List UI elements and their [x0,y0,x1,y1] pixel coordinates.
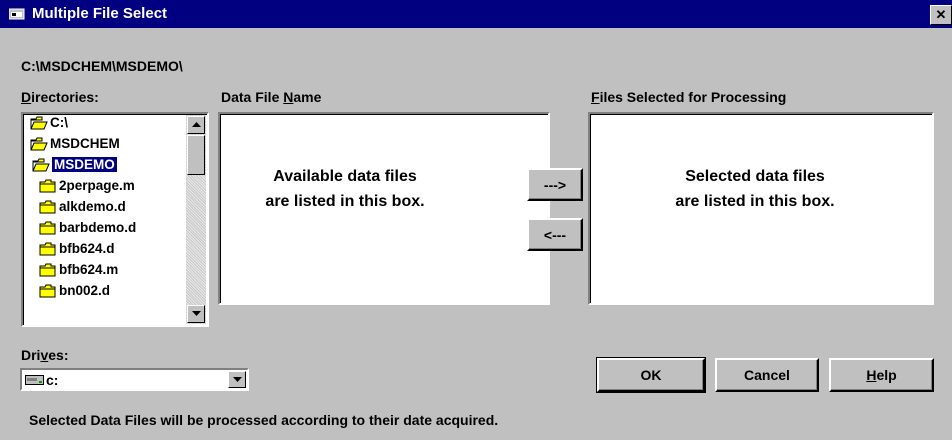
drive-icon [25,375,44,385]
help-button[interactable]: Help [829,358,934,392]
directories-scrollbar[interactable] [186,115,206,324]
drives-label: Drives: [21,347,69,363]
open-folder-icon [32,158,50,172]
remove-files-button[interactable]: <--- [527,218,583,251]
directory-label: barbdemo.d [59,220,137,235]
available-files-list[interactable]: Available data files are listed in this … [218,112,550,305]
folder-icon [39,242,56,256]
folder-icon [39,263,56,277]
available-files-hint: Available data files are listed in this … [265,168,425,210]
folder-icon [39,179,56,193]
folder-icon [39,284,56,298]
scroll-up-button[interactable] [187,116,205,134]
folder-icon [39,221,56,235]
directory-label: MSDEMO [52,157,117,172]
scroll-thumb[interactable] [187,135,205,175]
multiple-file-select-dialog: Multiple File Select ✕ C:\MSDCHEM\MSDEMO… [0,0,952,440]
directory-label: bfb624.m [59,262,119,277]
directory-item[interactable]: alkdemo.d [39,196,126,217]
title-bar: Multiple File Select ✕ [0,0,952,28]
directory-item[interactable]: bn002.d [39,280,110,301]
selected-files-hint: Selected data files are listed in this b… [675,168,835,210]
directory-item[interactable]: C:\ [30,112,68,133]
directory-item[interactable]: MSDCHEM [30,133,120,154]
close-icon: ✕ [935,7,947,22]
directory-item[interactable]: barbdemo.d [39,217,136,238]
directory-item[interactable]: bfb624.m [39,259,118,280]
scroll-down-button[interactable] [187,305,205,323]
open-folder-icon [30,116,48,130]
current-path: C:\MSDCHEM\MSDEMO\ [21,58,183,74]
selected-files-list[interactable]: Selected data files are listed in this b… [588,112,934,305]
arrow-down-icon [191,311,201,316]
arrow-up-icon [191,122,201,127]
directory-label: alkdemo.d [59,199,126,214]
chevron-down-icon [232,376,242,382]
directories-items: C:\ MSDCHEM MSDEMO 2perpage.m alkdemo.d barbd… [23,113,208,326]
window-title: Multiple File Select [32,5,168,22]
directory-label: C:\ [50,115,68,130]
close-button[interactable]: ✕ [930,5,952,25]
ok-button[interactable]: OK [596,357,706,393]
data-file-name-label: Data File Name [221,89,322,105]
drives-dropdown[interactable]: c: [20,368,249,391]
drive-value: c: [46,372,59,388]
directory-label: 2perpage.m [59,178,135,193]
directory-label: MSDCHEM [50,136,120,151]
window-icon [9,8,25,20]
directories-label: Directories: [21,89,99,105]
cancel-button[interactable]: Cancel [715,358,819,392]
folder-icon [39,200,56,214]
add-files-button[interactable]: ---> [527,168,583,201]
directory-label: bfb624.d [59,241,115,256]
open-folder-icon [30,137,48,151]
files-selected-label: Files Selected for Processing [591,89,787,105]
directory-item[interactable]: MSDEMO [32,154,117,175]
directory-label: bn002.d [59,283,111,298]
directory-item[interactable]: bfb624.d [39,238,115,259]
footer-note: Selected Data Files will be processed ac… [29,412,499,428]
drives-dropdown-button[interactable] [228,371,246,388]
directory-item[interactable]: 2perpage.m [39,175,135,196]
